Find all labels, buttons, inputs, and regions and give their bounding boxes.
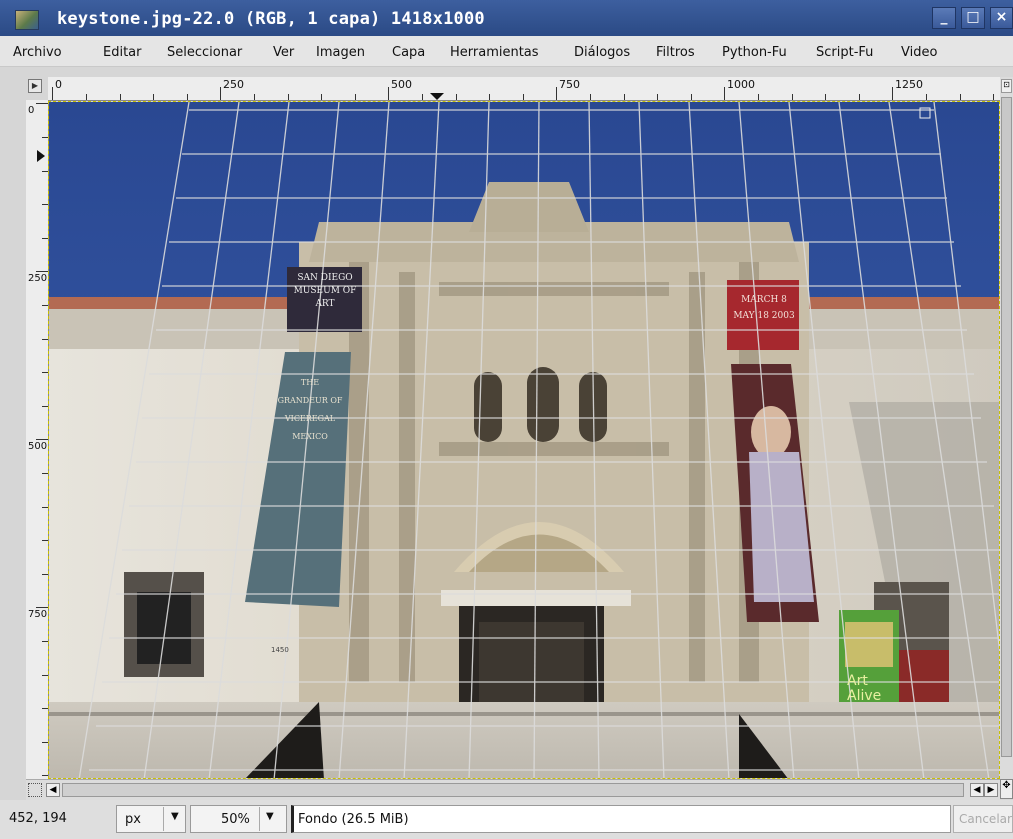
scroll-left-end-arrow-icon[interactable]: ◀ (970, 783, 984, 797)
menu-python-fu[interactable]: Python-Fu (722, 45, 787, 60)
menu-imagen[interactable]: Imagen (316, 45, 365, 60)
quick-mask-icon[interactable] (28, 783, 42, 797)
scroll-right-arrow-icon[interactable]: ▶ (984, 783, 998, 797)
menu-bar: Archivo Editar Seleccionar Ver Imagen Ca… (0, 36, 1013, 67)
top-gutter (26, 67, 1013, 77)
ruler-label-1250: 1250 (895, 78, 923, 91)
zoom-selector[interactable]: 50% ▼ (190, 805, 287, 833)
ruler-label-1000: 1000 (727, 78, 755, 91)
navigate-menu-icon[interactable]: ▶ (28, 79, 42, 93)
pointer-position-marker-x (430, 93, 444, 100)
banner-viceregal: THE GRANDEUR OF VICEREGAL MEXICO (277, 378, 343, 441)
menu-filtros[interactable]: Filtros (656, 45, 695, 60)
unit-value: px (125, 812, 141, 827)
ruler-label-0: 0 (55, 78, 62, 91)
cancel-button[interactable]: Cancelar (953, 805, 1013, 833)
menu-herramientas[interactable]: Herramientas (450, 45, 539, 60)
chevron-down-icon: ▼ (171, 811, 179, 822)
vruler-label-750: 750 (28, 609, 48, 620)
menu-ver[interactable]: Ver (273, 45, 294, 60)
horizontal-ruler-ticks (52, 87, 994, 100)
status-message: Fondo (26.5 MiB) (291, 805, 951, 833)
window-title: keystone.jpg-22.0 (RGB, 1 capa) 1418x100… (57, 9, 485, 29)
banner-dates: MARCH 8 MAY 18 2003 (733, 295, 795, 321)
minimize-button[interactable]: _ (932, 7, 956, 29)
horizontal-scrollbar[interactable]: ◀ ◀ ▶ (26, 779, 1000, 800)
vruler-label-0: 0 (28, 105, 35, 116)
pointer-position-marker-y (37, 150, 45, 162)
pointer-coordinates: 452, 194 (9, 811, 67, 826)
ruler-label-750: 750 (559, 78, 580, 91)
unit-divider (163, 807, 164, 831)
banner-museum: SAN DIEGO MUSEUM OF ART (293, 273, 357, 309)
vertical-scrollbar[interactable]: ⊡ (1000, 77, 1013, 779)
left-gutter (0, 67, 26, 800)
menu-script-fu[interactable]: Script-Fu (816, 45, 873, 60)
zoom-on-resize-icon[interactable]: ⊡ (1001, 79, 1012, 93)
unit-selector[interactable]: px ▼ (116, 805, 186, 833)
image-thumbnail-icon (15, 10, 39, 30)
vertical-ruler[interactable]: 0 250 500 750 (26, 100, 49, 779)
title-bar: keystone.jpg-22.0 (RGB, 1 capa) 1418x100… (0, 0, 1013, 36)
navigate-icon[interactable]: ✥ (1000, 779, 1013, 799)
ruler-label-250: 250 (223, 78, 244, 91)
chevron-down-icon: ▼ (266, 811, 274, 822)
menu-video[interactable]: Video (901, 45, 937, 60)
menu-archivo[interactable]: Archivo (13, 45, 62, 60)
sign-art-alive: Art Alive (847, 673, 882, 704)
menu-dialogos[interactable]: Diálogos (574, 45, 630, 60)
horizontal-scroll-thumb[interactable] (62, 783, 964, 797)
menu-editar[interactable]: Editar (103, 45, 142, 60)
vruler-label-250: 250 (28, 273, 48, 284)
horizontal-ruler[interactable]: 0 250 500 750 1000 1250 (48, 77, 1000, 101)
zoom-divider (259, 807, 260, 831)
scroll-left-arrow-icon[interactable]: ◀ (46, 783, 60, 797)
maximize-button[interactable]: □ (961, 7, 985, 29)
vertical-ruler-ticks (36, 103, 48, 776)
zoom-value: 50% (221, 812, 250, 827)
vertical-scroll-thumb[interactable] (1001, 97, 1012, 757)
plaque-number: 1450 (271, 646, 289, 654)
image-canvas[interactable]: SAN DIEGO MUSEUM OF ART THE GRANDEUR OF … (48, 101, 1000, 779)
ruler-label-500: 500 (391, 78, 412, 91)
vruler-label-500: 500 (28, 441, 48, 452)
menu-seleccionar[interactable]: Seleccionar (167, 45, 242, 60)
close-button[interactable]: × (990, 7, 1013, 29)
menu-capa[interactable]: Capa (392, 45, 425, 60)
